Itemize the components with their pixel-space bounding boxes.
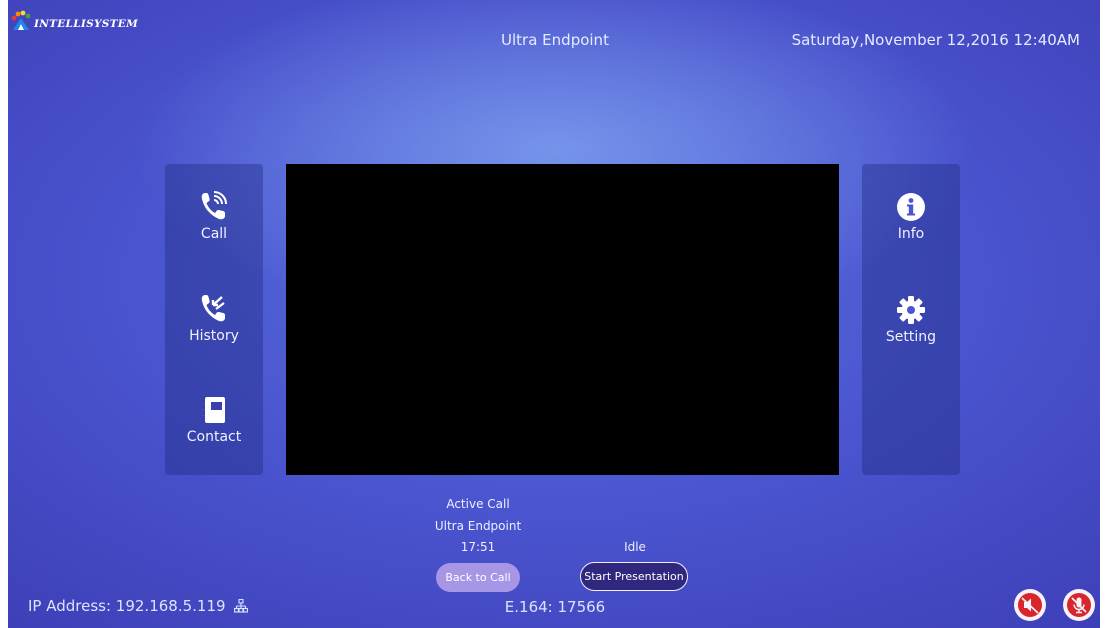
- nav-call-label: Call: [200, 226, 228, 242]
- left-nav-panel: Call History Contact: [165, 164, 263, 475]
- frame-edge-right: [1100, 0, 1110, 628]
- gear-icon: [897, 296, 925, 324]
- nav-info[interactable]: Info: [862, 192, 960, 242]
- frame-edge-left: [0, 0, 8, 628]
- call-remote-name: Ultra Endpoint: [434, 519, 522, 533]
- nav-setting-label: Setting: [885, 329, 937, 345]
- contact-book-icon: [202, 397, 225, 423]
- nav-call[interactable]: Call: [165, 190, 263, 242]
- speaker-muted-icon: [1018, 593, 1042, 617]
- phone-call-icon: [201, 191, 227, 220]
- nav-contact-label: Contact: [186, 429, 242, 445]
- nav-info-label: Info: [897, 226, 925, 242]
- brand-logo: INTELLISYSTEM: [10, 10, 138, 32]
- presentation-status: Idle: [624, 540, 646, 554]
- e164-number: E.164: 17566: [504, 598, 606, 616]
- start-presentation-button[interactable]: Start Presentation: [580, 562, 688, 591]
- right-nav-panel: Info Setting: [862, 164, 960, 475]
- back-to-call-button[interactable]: Back to Call: [436, 563, 520, 592]
- nav-contact[interactable]: Contact: [165, 395, 263, 445]
- mic-mute-icon[interactable]: [1063, 589, 1095, 621]
- nav-history-label: History: [189, 328, 239, 344]
- call-duration: 17:51: [460, 540, 496, 554]
- nav-setting[interactable]: Setting: [862, 295, 960, 345]
- video-display[interactable]: [286, 164, 839, 475]
- datetime: Saturday,November 12,2016 12:40AM: [791, 31, 1080, 49]
- info-icon: [897, 193, 925, 221]
- logo-rainbow-icon: [11, 10, 31, 30]
- speaker-mute-icon[interactable]: [1014, 589, 1046, 621]
- microphone-muted-icon: [1067, 593, 1091, 617]
- logo-text: INTELLISYSTEM: [34, 18, 139, 30]
- nav-history[interactable]: History: [165, 292, 263, 344]
- call-history-icon: [201, 295, 225, 322]
- call-state: Active Call: [446, 497, 510, 511]
